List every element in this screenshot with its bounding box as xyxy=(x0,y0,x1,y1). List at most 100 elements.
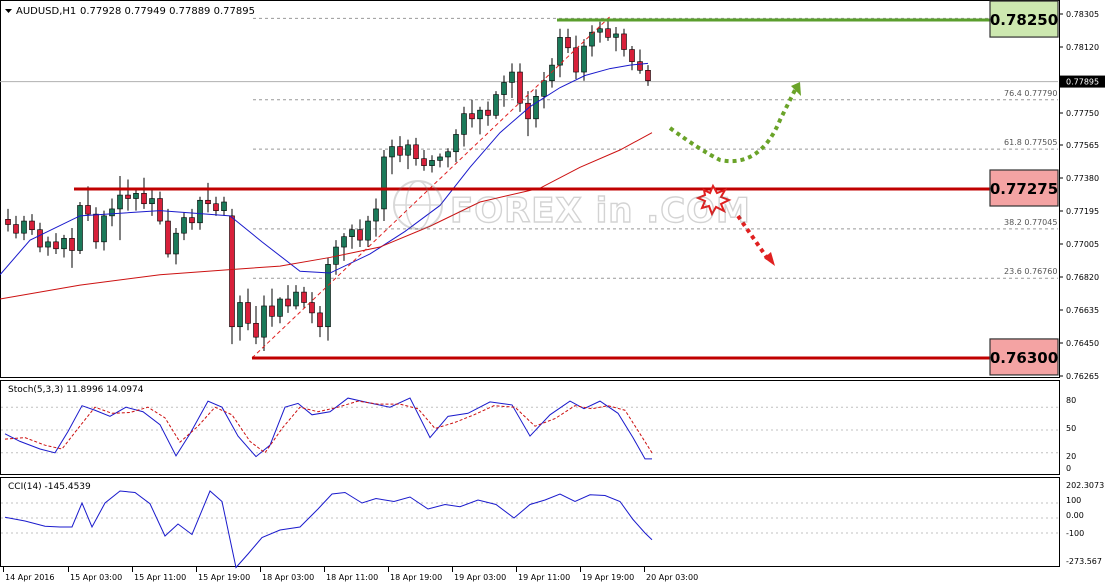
candle-body-bull xyxy=(325,264,331,328)
ohlc-readout: 0.77928 0.77949 0.77889 0.77895 xyxy=(80,6,255,17)
price-tick-label: 0.77750 xyxy=(1066,109,1099,118)
candle-body-bear xyxy=(637,61,643,71)
candle-body-bear xyxy=(645,70,651,82)
candle-body-bull xyxy=(557,37,563,66)
candle xyxy=(493,91,499,119)
candle-body-bear xyxy=(269,305,275,317)
candle-body-bull xyxy=(405,144,411,156)
price-tick-label: 0.78120 xyxy=(1066,43,1099,52)
candle-body-bull xyxy=(541,80,547,97)
candle-body-bear xyxy=(309,302,315,314)
candle-body-bull xyxy=(45,241,51,248)
candle-body-bull xyxy=(61,238,67,250)
candle-body-bear xyxy=(37,229,43,248)
cci-tick-label: 202.3073 xyxy=(1066,481,1104,490)
chart-canvas: 76.4 0.77790 61.8 0.77505 38.2 0.77045 23.6… xyxy=(0,0,1105,582)
level-label-pivot: 0.77275 xyxy=(990,180,1058,198)
x-tick-label: 19 Apr 03:00 xyxy=(454,573,506,582)
current-price-label: 0.77895 xyxy=(1066,78,1099,87)
price-tick-label: 0.77005 xyxy=(1066,240,1099,249)
candle-body-bear xyxy=(189,217,195,224)
fib-label: 61.8 0.77505 xyxy=(1004,138,1057,147)
candle-body-bear xyxy=(85,205,91,215)
x-tick-label: 14 Apr 2016 xyxy=(5,573,54,582)
candle-body-bull xyxy=(117,194,123,210)
candle-body-bear xyxy=(629,49,635,62)
candle-body-bull xyxy=(181,217,187,234)
candle-body-bear xyxy=(13,224,19,234)
candle-body-bull xyxy=(597,28,603,33)
candle-body-bull xyxy=(437,156,443,161)
candle-body-bull xyxy=(237,302,243,328)
fib-label: 76.4 0.77790 xyxy=(1004,89,1057,98)
candle-body-bull xyxy=(109,208,115,217)
price-tick-label: 0.76265 xyxy=(1066,372,1099,381)
candle-body-bull xyxy=(581,45,587,73)
price-tick-label: 0.76820 xyxy=(1066,273,1099,282)
candle-body-bear xyxy=(141,193,147,205)
candle-body-bull xyxy=(461,113,467,135)
candle-body-bull xyxy=(445,151,451,158)
candle-body-bull xyxy=(277,298,283,317)
candle-body-bull xyxy=(133,193,139,199)
stoch-tick-label: 0 xyxy=(1066,464,1071,473)
x-tick-label: 18 Apr 11:00 xyxy=(326,573,378,582)
candle-body-bull xyxy=(429,160,435,166)
price-tick-label: 0.76635 xyxy=(1066,306,1099,315)
candle-body-bear xyxy=(421,158,427,166)
candle-body-bear xyxy=(205,199,211,205)
candle-body-bear xyxy=(317,312,323,328)
candle-body-bull xyxy=(493,94,499,116)
cci-tick-label: -273.567 xyxy=(1066,557,1102,566)
candle-body-bull xyxy=(613,33,619,38)
x-tick-label: 18 Apr 19:00 xyxy=(390,573,442,582)
trading-chart: 76.4 0.77790 61.8 0.77505 38.2 0.77045 23.6… xyxy=(0,0,1107,588)
candle-body-bear xyxy=(397,146,403,156)
candle-body-bull xyxy=(197,199,203,224)
x-tick-label: 19 Apr 19:00 xyxy=(582,573,634,582)
level-label-resistance: 0.78250 xyxy=(990,11,1058,29)
candle-body-bear xyxy=(605,28,611,38)
stoch-tick-label: 50 xyxy=(1066,424,1076,433)
candle-body-bull xyxy=(373,208,379,222)
candle-body-bear xyxy=(413,144,419,159)
stoch-tick-label: 80 xyxy=(1066,396,1076,405)
candle-body-bull xyxy=(261,305,267,338)
stoch-tick-label: 20 xyxy=(1066,452,1076,461)
candle-body-bull xyxy=(293,291,299,307)
candle-body-bull xyxy=(101,215,107,243)
candle-body-bear xyxy=(5,219,11,225)
candle-body-bear xyxy=(565,37,571,49)
cci-tick-label: -100 xyxy=(1066,529,1084,538)
fib-label: 38.2 0.77045 xyxy=(1004,218,1057,227)
cci-panel-frame xyxy=(0,477,1060,567)
candle-body-bear xyxy=(69,238,75,251)
x-tick-label: 18 Apr 03:00 xyxy=(262,573,314,582)
candle-body-bear xyxy=(485,109,491,116)
candle-body-bear xyxy=(213,203,219,211)
candle-body-bull xyxy=(349,229,355,237)
candle-body-bull xyxy=(389,146,395,158)
candle-body-bear xyxy=(357,229,363,241)
candle-body-bull xyxy=(509,71,515,83)
candle-body-bear xyxy=(229,215,235,328)
candle-body-bull xyxy=(77,205,83,251)
candle-body-bear xyxy=(157,198,163,222)
candle-body-bear xyxy=(125,194,131,199)
stoch-panel-frame xyxy=(0,380,1060,475)
candle xyxy=(229,208,235,345)
price-tick-label: 0.77195 xyxy=(1066,207,1099,216)
candle xyxy=(77,201,83,254)
candle-body-bull xyxy=(453,134,459,153)
price-tick-label: 0.78305 xyxy=(1066,10,1099,19)
fib-label: 23.6 0.76760 xyxy=(1004,267,1057,276)
level-label-support: 0.76300 xyxy=(990,349,1058,367)
cci-label: CCI(14) -145.4539 xyxy=(8,482,91,492)
candle-body-bull xyxy=(365,220,371,241)
candle-body-bull xyxy=(221,201,227,211)
cci-tick-label: 0.00 xyxy=(1066,511,1084,520)
candle-body-bear xyxy=(525,102,531,120)
candle-body-bear xyxy=(245,302,251,324)
candle-body-bear xyxy=(253,322,259,338)
candle-body-bull xyxy=(381,156,387,210)
